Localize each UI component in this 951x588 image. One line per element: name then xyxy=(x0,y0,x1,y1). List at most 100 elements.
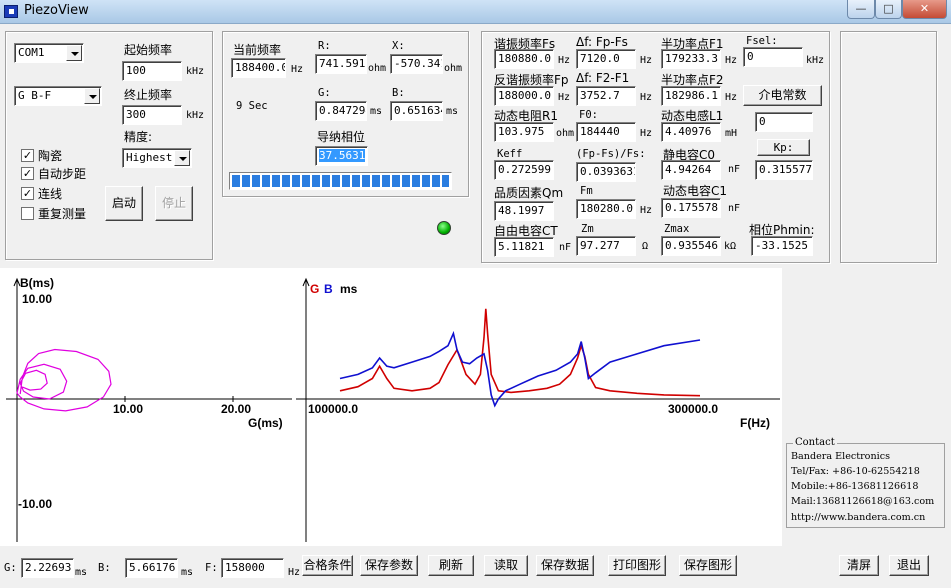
legend-b: B xyxy=(324,282,333,296)
maximize-button[interactable]: □ xyxy=(875,0,902,19)
fp-value: 188000.0 xyxy=(494,86,554,106)
current-freq-value: 188400.0 xyxy=(231,58,286,78)
mode-value: G B-F xyxy=(18,89,52,102)
f2-value: 182986.1 xyxy=(661,86,721,106)
checkbox-auto-step[interactable]: ✓ xyxy=(21,167,34,180)
g-axis-label: G(ms) xyxy=(248,416,283,430)
series-g xyxy=(339,308,701,397)
cursor-b-value: 5.66176 xyxy=(125,558,178,578)
r-unit: ohm xyxy=(368,63,387,74)
checkbox-repeat-label: 重复测量 xyxy=(38,207,87,221)
fs-value: 180880.0 xyxy=(494,49,554,69)
chart-svg: B(ms) 10.00 -10.00 10.00 20.00G(ms) G Bms 10000… xyxy=(6,276,780,542)
fsel-label: Fsel: xyxy=(746,35,778,47)
refresh-button[interactable]: 刷新 xyxy=(428,555,474,576)
chevron-down-icon[interactable] xyxy=(66,45,82,61)
phmin-value: -33.1525 xyxy=(751,236,813,256)
minimize-button[interactable]: — xyxy=(847,0,875,19)
r-value: 741.591 xyxy=(315,54,367,74)
r1-value: 103.975 xyxy=(494,122,554,142)
chevron-down-icon[interactable] xyxy=(84,88,100,104)
c0-value: 4.94264 xyxy=(661,160,721,180)
checkbox-ceramic[interactable]: ✓ xyxy=(21,149,34,162)
end-freq-unit: kHz xyxy=(186,110,205,121)
cursor-b-label: B: xyxy=(98,562,111,574)
stop-button[interactable]: 停止 xyxy=(155,186,193,221)
chart-area[interactable]: B(ms) 10.00 -10.00 10.00 20.00 G(ms) G Bms 10000… xyxy=(0,268,782,546)
f0-label: F0: xyxy=(579,109,598,121)
delta-f-fs-unit: Hz xyxy=(640,55,653,66)
g-value: 0.847294 xyxy=(315,101,367,121)
checkbox-ceramic-label: 陶瓷 xyxy=(38,149,63,163)
zm-value: 97.277 xyxy=(576,236,636,256)
delta-f-fs-label: Δf: Fp-Fs xyxy=(576,35,628,49)
qm-value: 48.1997 xyxy=(494,201,554,221)
clear-screen-button[interactable]: 清屏 xyxy=(839,555,879,576)
precision-select[interactable]: Highest xyxy=(122,148,192,168)
r1-unit: ohm xyxy=(556,128,575,139)
gb-unit-label: ms xyxy=(340,282,358,296)
delta-f-fs-value: 7120.0 xyxy=(576,49,636,69)
save-data-button[interactable]: 保存数据 xyxy=(536,555,594,576)
ct-value: 5.11821 xyxy=(494,237,554,257)
f0-value: 184440 xyxy=(576,122,636,142)
checkbox-connect-line[interactable]: ✓ xyxy=(21,187,34,200)
checkbox-connect-line-label: 连线 xyxy=(38,187,63,201)
mode-select[interactable]: G B-F xyxy=(14,86,102,106)
contact-mobile: Mobile:+86-13681126618 xyxy=(791,481,919,492)
fsel-input[interactable]: 0 xyxy=(743,47,803,67)
fs-unit: Hz xyxy=(558,55,571,66)
fsel-unit: kHz xyxy=(806,55,825,66)
contact-website[interactable]: http://www.bandera.com.cn xyxy=(791,512,925,523)
x-label: X: xyxy=(392,40,405,52)
end-freq-input[interactable]: 300 xyxy=(122,105,182,125)
contact-box: Contact Bandera Electronics Tel/Fax: +86… xyxy=(786,437,945,528)
app-icon xyxy=(4,5,18,18)
com-port-select[interactable]: COM1 xyxy=(14,43,84,63)
admittance-phase-text: 37.5631 xyxy=(319,149,366,162)
g-unit: ms xyxy=(370,106,383,117)
b-value: 0.651634 xyxy=(390,101,443,121)
g-tick-10: 10.00 xyxy=(113,402,143,416)
start-button[interactable]: 启动 xyxy=(105,186,143,221)
r-label: R: xyxy=(318,40,331,52)
start-freq-input[interactable]: 100 xyxy=(122,61,182,81)
print-graph-button[interactable]: 打印图形 xyxy=(608,555,666,576)
contact-mail: Mail:13681126618@163.com xyxy=(791,496,935,507)
legend-g: G xyxy=(310,282,319,296)
f1-value: 179233.3 xyxy=(661,49,721,69)
title-bar[interactable]: PiezoView — □ ✕ xyxy=(0,0,951,24)
kp-button[interactable]: Kp: xyxy=(757,139,810,156)
b-tick-top: 10.00 xyxy=(22,292,52,306)
fm-label: Fm xyxy=(580,185,593,197)
b-unit: ms xyxy=(446,106,459,117)
save-graph-button[interactable]: 保存图形 xyxy=(679,555,737,576)
x-unit: ohm xyxy=(444,63,463,74)
x-value: -570.341 xyxy=(390,54,443,74)
close-button[interactable]: ✕ xyxy=(902,0,947,19)
zm-unit: Ω xyxy=(642,241,649,252)
delta-f2-unit: Hz xyxy=(640,92,653,103)
dielectric-button[interactable]: 介电常数 xyxy=(743,85,822,106)
c0-unit: nF xyxy=(728,164,741,175)
elapsed-time: 9 Sec xyxy=(236,100,268,112)
cursor-g-label: G: xyxy=(4,562,17,574)
g-label: G: xyxy=(318,87,331,99)
exit-button[interactable]: 退出 xyxy=(889,555,929,576)
chevron-down-icon[interactable] xyxy=(174,150,190,166)
current-freq-label: 当前频率 xyxy=(233,43,282,57)
pass-condition-button[interactable]: 合格条件 xyxy=(302,555,353,576)
admittance-phase-value: 37.5631 xyxy=(315,146,368,166)
f-tick-start: 100000.0 xyxy=(308,402,358,416)
kp-value: 0.315577 xyxy=(755,160,813,180)
b-label: B: xyxy=(392,87,405,99)
fm-value: 180280.0 xyxy=(576,199,636,219)
cursor-g-unit: ms xyxy=(75,567,88,578)
cursor-f-value: 158000 xyxy=(221,558,284,578)
checkbox-auto-step-label: 自动步距 xyxy=(38,167,87,181)
f2-unit: Hz xyxy=(725,92,738,103)
read-button[interactable]: 读取 xyxy=(484,555,528,576)
zmax-unit: kΩ xyxy=(724,241,737,252)
save-params-button[interactable]: 保存参数 xyxy=(360,555,418,576)
checkbox-repeat[interactable] xyxy=(21,207,34,220)
